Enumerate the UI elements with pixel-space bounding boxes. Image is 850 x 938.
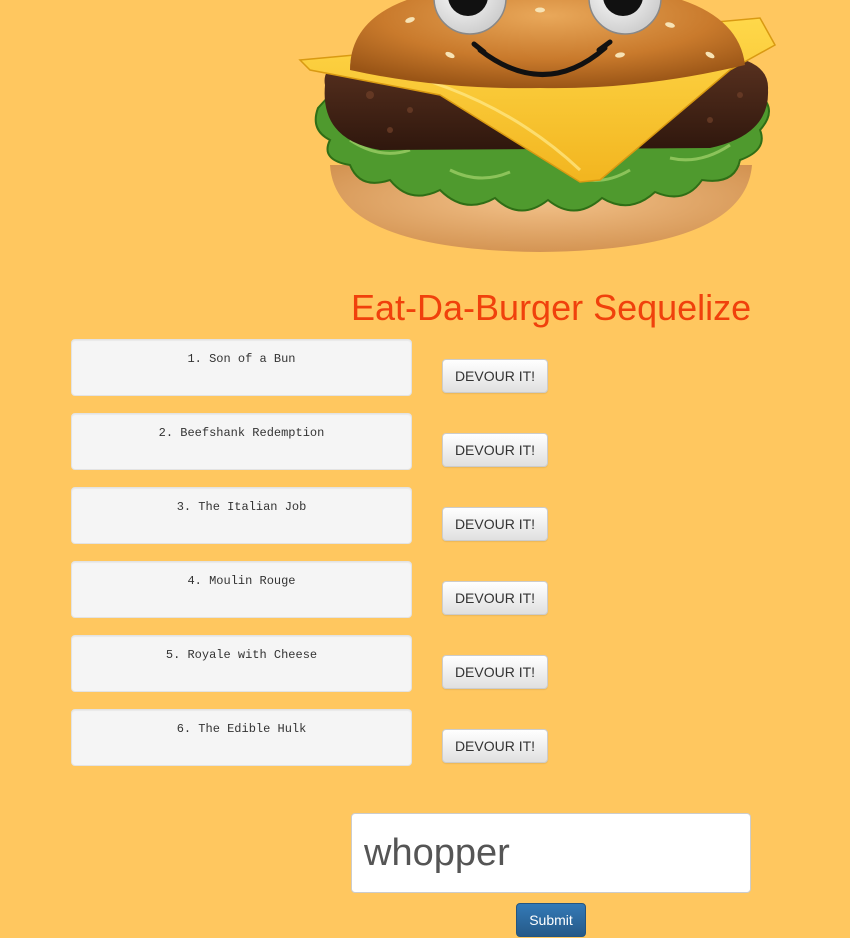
- devour-button[interactable]: DEVOUR IT!: [442, 655, 548, 689]
- burger-name: 4. Moulin Rouge: [71, 561, 412, 618]
- burger-name-input[interactable]: [351, 813, 751, 893]
- burger-list: 1. Son of a Bun DEVOUR IT! 2. Beefshank …: [71, 339, 571, 783]
- devour-button[interactable]: DEVOUR IT!: [442, 433, 548, 467]
- list-item: 6. The Edible Hulk DEVOUR IT!: [71, 709, 571, 766]
- burger-name: 5. Royale with Cheese: [71, 635, 412, 692]
- devour-button[interactable]: DEVOUR IT!: [442, 581, 548, 615]
- page-title: Eat-Da-Burger Sequelize: [351, 287, 752, 328]
- devour-button[interactable]: DEVOUR IT!: [442, 729, 548, 763]
- devour-button[interactable]: DEVOUR IT!: [442, 507, 548, 541]
- burger-name: 2. Beefshank Redemption: [71, 413, 412, 470]
- submit-button[interactable]: Submit: [516, 903, 586, 937]
- devour-button[interactable]: DEVOUR IT!: [442, 359, 548, 393]
- list-item: 5. Royale with Cheese DEVOUR IT!: [71, 635, 571, 692]
- list-item: 4. Moulin Rouge DEVOUR IT!: [71, 561, 571, 618]
- burger-name: 1. Son of a Bun: [71, 339, 412, 396]
- burger-mascot-image: [298, 0, 777, 252]
- list-item: 3. The Italian Job DEVOUR IT!: [71, 487, 571, 544]
- burger-name: 6. The Edible Hulk: [71, 709, 412, 766]
- list-item: 1. Son of a Bun DEVOUR IT!: [71, 339, 571, 396]
- list-item: 2. Beefshank Redemption DEVOUR IT!: [71, 413, 571, 470]
- burger-name: 3. The Italian Job: [71, 487, 412, 544]
